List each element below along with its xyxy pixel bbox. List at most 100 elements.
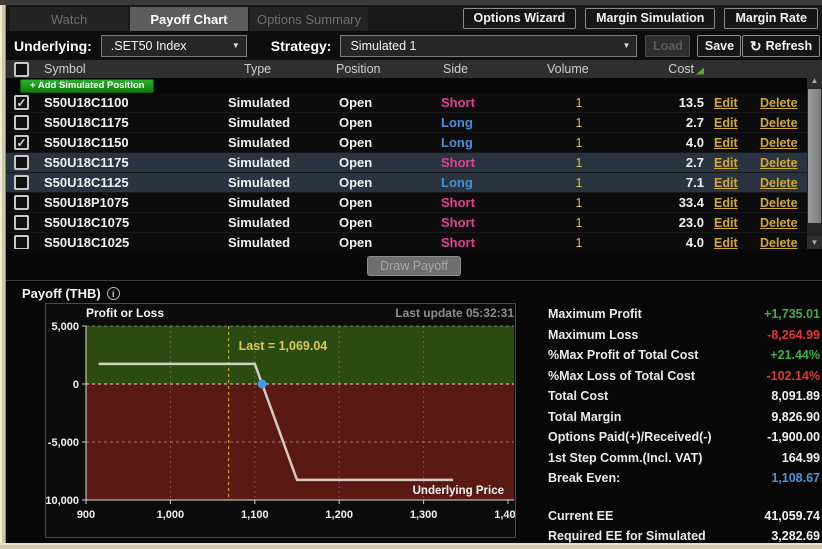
edit-link[interactable]: Edit <box>708 196 754 210</box>
strategy-value: Simulated 1 <box>350 39 416 53</box>
row-checkbox[interactable] <box>14 215 29 230</box>
delete-link[interactable]: Delete <box>754 116 806 130</box>
row-type: Simulated <box>224 215 320 230</box>
row-checkbox[interactable]: ✓ <box>14 135 29 150</box>
row-checkbox[interactable]: ✓ <box>14 95 29 110</box>
strategy-select[interactable]: Simulated 1 ▼ <box>340 35 637 57</box>
row-checkbox[interactable] <box>14 175 29 190</box>
tab-watch[interactable]: Watch <box>10 7 128 31</box>
row-side: Long <box>422 175 526 190</box>
row-type: Simulated <box>224 115 320 130</box>
save-button[interactable]: Save <box>697 35 741 57</box>
stat-value: 9,826.90 <box>771 410 820 424</box>
edit-link[interactable]: Edit <box>708 156 754 170</box>
table-row[interactable]: S50U18C1025SimulatedOpenShort14.0EditDel… <box>6 233 822 249</box>
table-row[interactable]: S50U18C1075SimulatedOpenShort123.0EditDe… <box>6 213 822 233</box>
load-button[interactable]: Load <box>645 35 690 57</box>
info-icon[interactable]: i <box>107 287 120 300</box>
table-row[interactable]: ✓S50U18C1150SimulatedOpenLong14.0EditDel… <box>6 133 822 153</box>
chevron-down-icon: ▼ <box>615 41 631 50</box>
edit-link[interactable]: Edit <box>708 176 754 190</box>
table-row[interactable]: S50U18C1175SimulatedOpenLong12.7EditDele… <box>6 113 822 133</box>
stat-row: Total Cost8,091.89 <box>548 386 820 407</box>
refresh-button-label: Refresh <box>766 39 813 53</box>
refresh-button[interactable]: ↻ Refresh <box>742 35 820 57</box>
scroll-down-icon[interactable]: ▼ <box>807 236 822 249</box>
stat-row: %Max Loss of Total Cost-102.14% <box>548 366 820 387</box>
row-position: Open <box>320 95 422 110</box>
add-simulated-position-button[interactable]: + Add Simulated Position <box>20 79 154 93</box>
margin-rate-button[interactable]: Margin Rate <box>724 8 818 29</box>
row-checkbox[interactable] <box>14 155 29 170</box>
scrollbar-thumb[interactable] <box>808 89 821 223</box>
delete-link[interactable]: Delete <box>754 156 806 170</box>
tab-options-summary[interactable]: Options Summary <box>250 7 368 31</box>
stat-value: +21.44% <box>770 348 820 362</box>
select-all-checkbox[interactable] <box>14 62 29 77</box>
strategy-label: Strategy: <box>271 38 332 54</box>
stat-row: Maximum Loss-8,264.99 <box>548 325 820 346</box>
table-row[interactable]: S50U18C1125SimulatedOpenLong17.1EditDele… <box>6 173 822 193</box>
row-position: Open <box>320 135 422 150</box>
options-wizard-button[interactable]: Options Wizard <box>463 8 577 29</box>
edit-link[interactable]: Edit <box>708 136 754 150</box>
edit-link[interactable]: Edit <box>708 96 754 110</box>
table-scrollbar[interactable]: ▲ ▼ <box>807 74 822 249</box>
row-side: Short <box>422 95 526 110</box>
stat-label: Total Margin <box>548 410 621 424</box>
payoff-chart-svg: 9001,0001,1001,2001,3001,4005,0000-5,000… <box>46 304 515 537</box>
row-checkbox[interactable] <box>14 195 29 210</box>
stat-value: -102.14% <box>766 369 820 383</box>
row-side: Long <box>422 135 526 150</box>
profit-region <box>86 326 514 384</box>
scroll-up-icon[interactable]: ▲ <box>807 74 822 87</box>
row-type: Simulated <box>224 195 320 210</box>
delete-link[interactable]: Delete <box>754 176 806 190</box>
column-header-volume[interactable]: Volume <box>526 62 632 76</box>
edit-link[interactable]: Edit <box>708 216 754 230</box>
window-bottom-border <box>0 543 822 549</box>
margin-simulation-button[interactable]: Margin Simulation <box>585 8 715 29</box>
delete-link[interactable]: Delete <box>754 216 806 230</box>
delete-link[interactable]: Delete <box>754 136 806 150</box>
stat-value: 1,108.67 <box>771 471 820 485</box>
stat-value: -1,900.00 <box>767 430 820 444</box>
row-side: Long <box>422 115 526 130</box>
stat-row: Current EE41,059.74 <box>548 506 820 527</box>
tab-payoff-chart[interactable]: Payoff Chart <box>130 7 248 31</box>
last-price-annotation: Last = 1,069.04 <box>239 339 328 353</box>
column-header-position[interactable]: Position <box>320 62 422 76</box>
column-header-symbol[interactable]: Symbol <box>40 62 224 76</box>
row-checkbox[interactable] <box>14 235 29 249</box>
delete-link[interactable]: Delete <box>754 196 806 210</box>
edit-link[interactable]: Edit <box>708 116 754 130</box>
column-header-cost-label: Cost <box>668 62 694 76</box>
table-row[interactable]: ✓S50U18C1100SimulatedOpenShort113.5EditD… <box>6 93 822 113</box>
underlying-select[interactable]: .SET50 Index ▼ <box>101 35 247 57</box>
row-type: Simulated <box>224 155 320 170</box>
row-checkbox[interactable] <box>14 115 29 130</box>
delete-link[interactable]: Delete <box>754 236 806 250</box>
chevron-down-icon: ▼ <box>224 41 240 50</box>
stat-label: Required EE for Simulated <box>548 529 706 543</box>
stat-row: 1st Step Comm.(Incl. VAT)164.99 <box>548 448 820 469</box>
row-cost: 13.5 <box>632 95 708 110</box>
row-volume: 1 <box>526 116 632 130</box>
tab-bar: WatchPayoff ChartOptions Summary Options… <box>6 5 822 31</box>
payoff-header: Payoff (THB) i <box>6 281 822 303</box>
column-header-cost[interactable]: Cost <box>632 62 708 76</box>
main-content: WatchPayoff ChartOptions Summary Options… <box>6 5 822 543</box>
row-side: Short <box>422 235 526 249</box>
y-tick-label: 0 <box>73 379 79 391</box>
row-symbol: S50U18C1150 <box>40 135 224 150</box>
table-row[interactable]: S50U18P1075SimulatedOpenShort133.4EditDe… <box>6 193 822 213</box>
column-header-type[interactable]: Type <box>224 62 320 76</box>
stat-row: Options Paid(+)/Received(-)-1,900.00 <box>548 427 820 448</box>
column-header-side[interactable]: Side <box>422 62 526 76</box>
row-volume: 1 <box>526 196 632 210</box>
toolbar: Underlying: .SET50 Index ▼ Strategy: Sim… <box>6 31 822 60</box>
draw-payoff-button[interactable]: Draw Payoff <box>367 256 461 276</box>
edit-link[interactable]: Edit <box>708 236 754 250</box>
table-row[interactable]: S50U18C1175SimulatedOpenShort12.7EditDel… <box>6 153 822 173</box>
delete-link[interactable]: Delete <box>754 96 806 110</box>
